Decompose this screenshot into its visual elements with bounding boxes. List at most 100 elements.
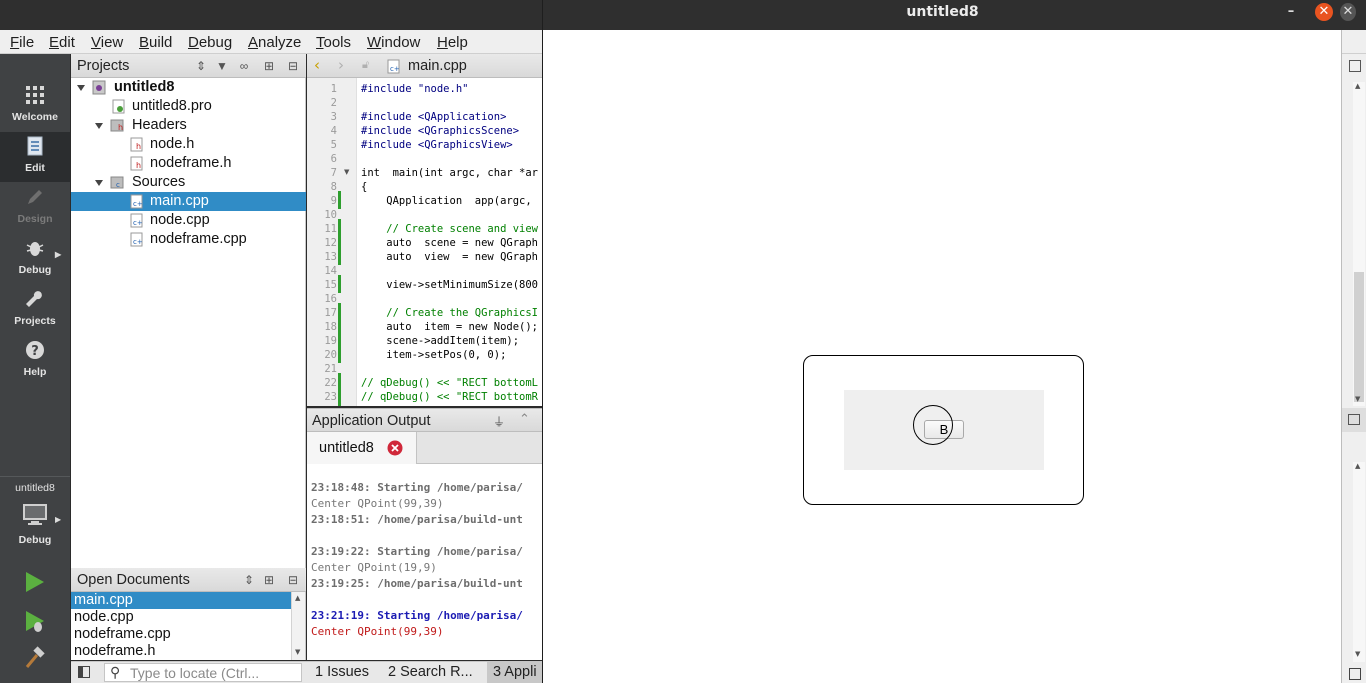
- updown-icon[interactable]: ⇕: [241, 572, 257, 588]
- mode-design[interactable]: Design: [0, 183, 70, 233]
- scroll-up-icon[interactable]: ▲: [1355, 462, 1360, 470]
- kit-project-label: untitled8: [15, 482, 55, 494]
- output-scrollbar[interactable]: ▲ ▼: [1353, 462, 1365, 662]
- expanded-arrow-icon: [95, 123, 103, 129]
- back-icon[interactable]: ‹: [314, 56, 320, 74]
- mode-projects[interactable]: Projects: [0, 285, 70, 335]
- tree-item-label: main.cpp: [150, 193, 209, 209]
- mode-welcome[interactable]: Welcome: [0, 81, 70, 131]
- mode-debug-label: Debug: [18, 264, 52, 276]
- scroll-up-icon[interactable]: ▲: [295, 594, 300, 602]
- menu-view[interactable]: View: [91, 34, 123, 51]
- code-line: #include <QGraphicsScene>: [361, 125, 520, 137]
- open-doc-nodeframe-cpp[interactable]: nodeframe.cpp: [74, 626, 171, 643]
- header-file-icon: h: [130, 156, 143, 171]
- scroll-down-icon[interactable]: ▼: [1355, 395, 1360, 403]
- line-number: 23: [324, 391, 337, 403]
- change-marker: [338, 219, 341, 265]
- toggle-sidebar-icon[interactable]: [78, 666, 90, 678]
- menu-edit[interactable]: Edit: [49, 34, 75, 51]
- output-line: 23:19:25: /home/parisa/build-unt: [311, 577, 523, 590]
- menu-window[interactable]: Window: [367, 34, 420, 51]
- split-icon[interactable]: ⊞: [261, 572, 277, 588]
- toggle-right-sidebar-icon[interactable]: [1349, 668, 1361, 680]
- split-icon[interactable]: ⊞: [261, 58, 277, 74]
- grid-icon: [26, 86, 44, 104]
- menu-file[interactable]: File: [10, 34, 34, 51]
- filter-icon[interactable]: ▼: [214, 58, 230, 74]
- projects-pane-header: Projects ⇕ ▼ ∞ ⊞ ⊟: [71, 54, 306, 78]
- link-icon[interactable]: ∞: [236, 58, 252, 74]
- expand-arrow-icon: ▶: [55, 250, 62, 259]
- svg-text:?: ?: [31, 344, 39, 359]
- menu-help[interactable]: Help: [437, 34, 468, 51]
- editor-scrollbar[interactable]: ▲ ▼: [1353, 82, 1365, 406]
- application-output-pane-button[interactable]: 3 Appli: [493, 664, 537, 680]
- output-tab-label: untitled8: [319, 440, 374, 456]
- mode-design-label: Design: [17, 213, 53, 225]
- line-number: 10: [324, 209, 337, 221]
- open-doc-nodeframe-h[interactable]: nodeframe.h: [74, 643, 155, 660]
- build-button[interactable]: [24, 646, 46, 674]
- maximize-pane-icon[interactable]: [1348, 414, 1360, 425]
- line-numbers: 1 2 3 4 5 6 7 8 9 10 11 12 13 14 15 16 17 18 19 20 21 22 23: [307, 82, 337, 406]
- menu-build[interactable]: Build: [139, 34, 172, 51]
- forward-icon[interactable]: ›: [338, 56, 344, 74]
- menu-debug[interactable]: Debug: [188, 34, 232, 51]
- header-file-icon: h: [130, 137, 143, 152]
- code-line: #include <QApplication>: [361, 111, 507, 123]
- debug-run-button[interactable]: [24, 609, 46, 639]
- kit-selector[interactable]: ▶ Debug: [0, 499, 70, 549]
- run-button[interactable]: [24, 570, 46, 598]
- output-line: Center QPoint(99,39): [311, 625, 444, 638]
- pro-file-icon: [112, 99, 125, 114]
- scroll-thumb[interactable]: [1354, 272, 1364, 402]
- open-doc-node-cpp[interactable]: node.cpp: [74, 609, 134, 626]
- collapse-icon[interactable]: ⌃: [519, 411, 530, 427]
- mode-debug[interactable]: Debug ▶: [0, 234, 70, 284]
- minimize-icon[interactable]: –: [1282, 3, 1300, 21]
- close-tab-icon[interactable]: [387, 440, 403, 456]
- close-pane-icon[interactable]: ⊟: [285, 58, 301, 74]
- attach-icon[interactable]: ⏚: [493, 413, 505, 430]
- line-number: 6: [330, 153, 337, 165]
- pencil-icon: [28, 190, 42, 204]
- split-icon[interactable]: [1349, 60, 1361, 72]
- app-titlebar[interactable]: untitled8 – ✕ ✕: [543, 0, 1356, 30]
- search-icon: ⚲: [110, 664, 121, 680]
- line-number: 14: [324, 265, 337, 277]
- open-documents-header: Open Documents ⇕ ⊞ ⊟: [71, 568, 306, 592]
- locator-input[interactable]: ⚲ Type to locate (Ctrl...: [104, 663, 302, 682]
- tree-item-label: untitled8.pro: [132, 98, 212, 114]
- updown-icon[interactable]: ⇕: [193, 58, 209, 74]
- fold-arrow-icon[interactable]: ▼: [344, 168, 349, 176]
- open-documents-scrollbar[interactable]: ▲ ▼: [291, 592, 305, 660]
- hammer-icon: [25, 646, 45, 668]
- scroll-down-icon[interactable]: ▼: [295, 648, 300, 656]
- mode-edit[interactable]: Edit: [0, 132, 70, 182]
- close-ide-icon[interactable]: ✕: [1340, 3, 1356, 21]
- divider: [0, 476, 70, 477]
- scroll-down-icon[interactable]: ▼: [1355, 650, 1360, 658]
- mode-help[interactable]: ? Help: [0, 336, 70, 386]
- code-line: item->setPos(0, 0);: [361, 349, 507, 361]
- editor-file-tab[interactable]: main.cpp: [408, 58, 467, 74]
- tree-item-label: node.h: [150, 136, 195, 152]
- search-results-pane-button[interactable]: 2 Search R...: [388, 664, 473, 680]
- code-line: auto view = new QGraph: [361, 251, 539, 263]
- scroll-up-icon[interactable]: ▲: [1355, 82, 1360, 90]
- issues-pane-button[interactable]: 1 Issues: [315, 664, 369, 680]
- folder-icon: c: [110, 176, 124, 189]
- node-frame-item[interactable]: B: [803, 355, 1084, 505]
- code-editor[interactable]: #include "node.h" #include <QApplication>…: [357, 78, 542, 406]
- code-line: auto scene = new QGraph: [361, 237, 539, 249]
- menu-analyze[interactable]: Analyze: [248, 34, 301, 51]
- open-doc-main-cpp[interactable]: main.cpp: [74, 592, 133, 609]
- line-number: 15: [324, 279, 337, 291]
- menu-tools[interactable]: Tools: [316, 34, 351, 51]
- close-pane-icon[interactable]: ⊟: [285, 572, 301, 588]
- project-icon: [92, 80, 106, 95]
- output-tab-untitled8[interactable]: untitled8: [307, 432, 417, 464]
- close-window-icon[interactable]: ✕: [1315, 3, 1333, 21]
- mode-sidebar: Welcome Edit Design Debug ▶ Projects ? H…: [0, 54, 70, 683]
